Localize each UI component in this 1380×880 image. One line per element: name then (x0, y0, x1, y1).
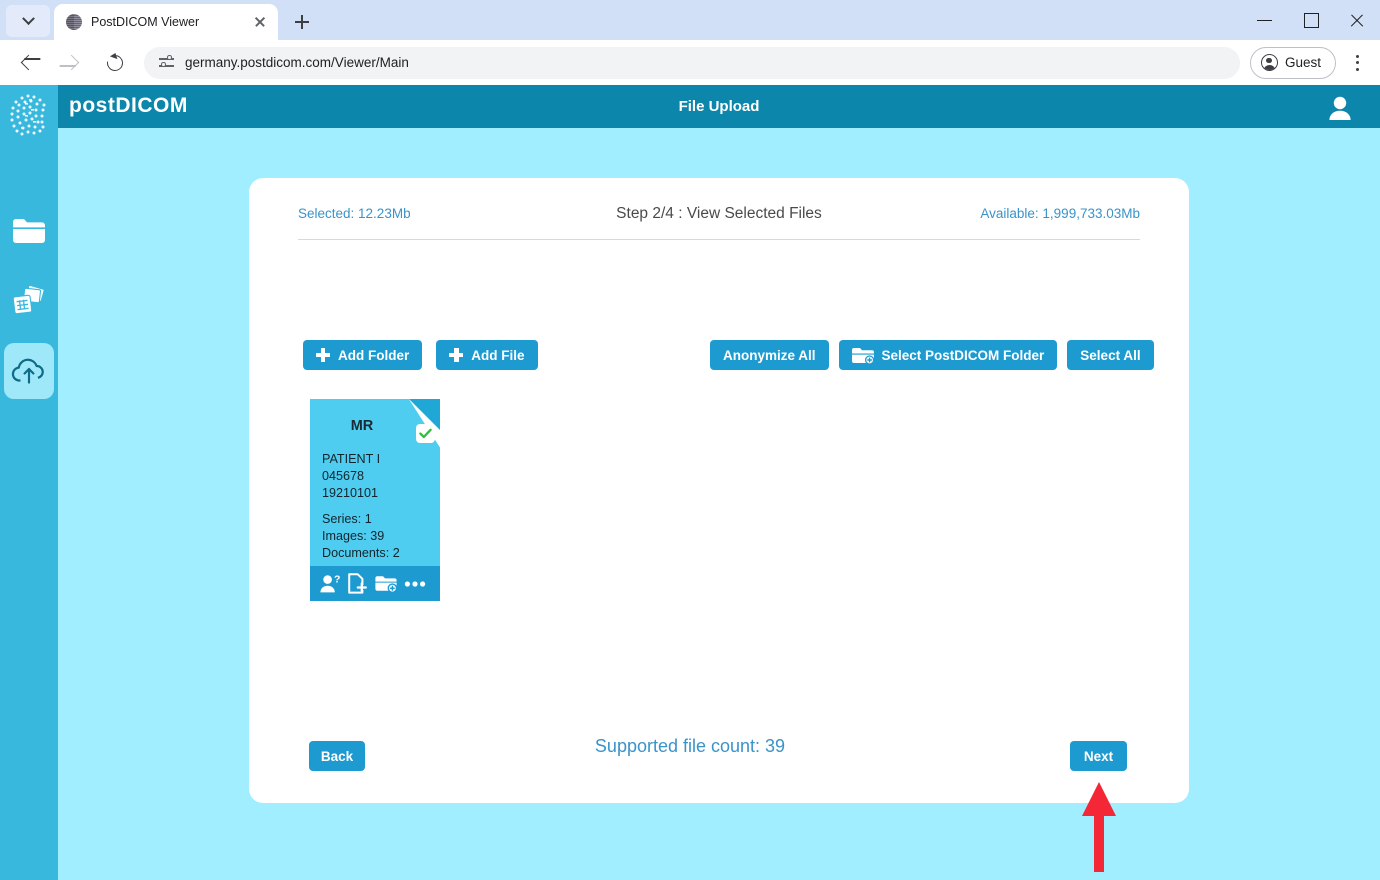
chevron-down-icon (21, 11, 35, 25)
file-metadata: PATIENT I 045678 19210101 Series: 1 Imag… (322, 451, 400, 562)
plus-icon (316, 348, 330, 362)
window-close-icon[interactable] (1334, 0, 1380, 40)
add-file-label: Add File (471, 347, 525, 363)
select-all-label: Select All (1080, 347, 1141, 363)
back-button[interactable] (12, 46, 46, 80)
svg-text:?: ? (334, 574, 340, 585)
profile-label: Guest (1284, 55, 1321, 70)
new-tab-icon[interactable] (287, 7, 317, 37)
supported-file-count: Supported file count: 39 (594, 736, 786, 756)
sidebar (0, 85, 58, 880)
site-settings-icon[interactable] (158, 54, 175, 71)
cloud-upload-icon (11, 358, 44, 384)
browser-tab-strip: PostDICOM Viewer (0, 0, 1380, 40)
sidebar-item-folders[interactable] (4, 203, 54, 259)
select-postdicom-folder-label: Select PostDICOM Folder (881, 347, 1045, 363)
back-button-app[interactable]: Back (309, 741, 365, 771)
forward-arrow-icon (63, 54, 80, 70)
app-header: postDICOM File Upload (58, 85, 1380, 128)
card-header: Selected: 12.23Mb Step 2/4 : View Select… (298, 205, 1140, 240)
window-controls (1242, 0, 1380, 40)
available-size-label: Available: 1,999,733.03Mb (980, 206, 1140, 221)
toolbar-left: Add Folder Add File (303, 340, 538, 370)
person-question-icon[interactable]: ? (320, 574, 341, 593)
app-viewport: postDICOM File Upload Selected: 12.23Mb … (0, 85, 1380, 880)
user-avatar-icon[interactable] (1326, 95, 1354, 121)
folder-add-icon (851, 347, 874, 364)
close-icon[interactable] (250, 12, 270, 32)
file-selected-checkbox[interactable] (416, 424, 435, 443)
ellipsis-icon[interactable] (404, 580, 426, 588)
sidebar-item-upload[interactable] (4, 343, 54, 399)
reload-button[interactable] (98, 46, 132, 80)
annotation-arrow-up (1082, 782, 1116, 872)
file-tile-actions: ? (310, 566, 440, 601)
plus-icon (449, 348, 464, 362)
folder-add-icon[interactable] (375, 575, 397, 593)
add-folder-label: Add Folder (338, 347, 410, 363)
browser-toolbar: germany.postdicom.com/Viewer/Main Guest (0, 40, 1380, 85)
next-button[interactable]: Next (1070, 741, 1127, 771)
back-arrow-icon (20, 54, 37, 70)
forward-button[interactable] (55, 46, 89, 80)
anonymize-all-button[interactable]: Anonymize All (710, 340, 829, 370)
address-bar[interactable]: germany.postdicom.com/Viewer/Main (144, 46, 1240, 79)
kebab-menu-icon[interactable] (1342, 46, 1372, 80)
add-folder-button[interactable]: Add Folder (303, 340, 423, 370)
series-count: Series: 1 (322, 512, 372, 526)
postdicom-favicon (66, 14, 82, 30)
browser-tab[interactable]: PostDICOM Viewer (54, 4, 278, 40)
reload-icon (103, 51, 127, 74)
brain-logo-icon (10, 94, 46, 136)
documents-count: Documents: 2 (322, 546, 400, 560)
address-bar-url: germany.postdicom.com/Viewer/Main (185, 55, 409, 70)
add-file-button[interactable]: Add File (436, 340, 538, 370)
anonymize-all-label: Anonymize All (723, 347, 816, 363)
sidebar-item-studies[interactable] (4, 273, 54, 329)
folder-icon (13, 219, 45, 243)
profile-button[interactable]: Guest (1249, 46, 1336, 79)
page-title: File Upload (678, 98, 760, 115)
images-count: Images: 39 (322, 529, 385, 543)
check-icon (419, 428, 432, 439)
maximize-icon[interactable] (1288, 0, 1334, 40)
tab-list-button[interactable] (6, 5, 50, 37)
minimize-icon[interactable] (1242, 0, 1288, 40)
screen: PostDICOM Viewer germany.postdicom.com/V… (0, 0, 1380, 880)
file-add-icon[interactable] (348, 573, 368, 594)
file-tile[interactable]: MR PATIENT I 045678 19210101 Series: 1 I… (310, 399, 440, 601)
account-circle-icon (1260, 54, 1278, 71)
patient-name: PATIENT I (322, 452, 381, 466)
patient-id: 045678 (322, 469, 365, 483)
study-date: 19210101 (322, 486, 379, 500)
select-postdicom-folder-button[interactable]: Select PostDICOM Folder (838, 340, 1058, 370)
image-stack-icon (12, 286, 45, 315)
tab-title: PostDICOM Viewer (91, 15, 200, 29)
file-modality: MR (350, 418, 374, 434)
toolbar-right: Anonymize All Select PostDICOM Folder Se… (710, 340, 1154, 370)
select-all-button[interactable]: Select All (1067, 340, 1154, 370)
